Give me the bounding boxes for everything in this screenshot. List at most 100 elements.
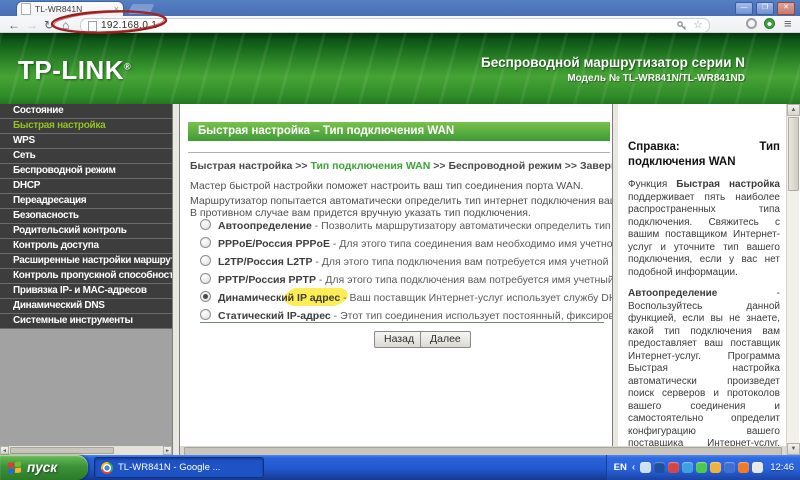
tab-close-icon[interactable]: × (114, 4, 119, 14)
option-description: - Для этого типа подключения вам потребу… (318, 274, 612, 286)
radio-button-6[interactable] (200, 309, 211, 320)
option-label: Статический IP-адрес (218, 310, 331, 322)
option-row-1: Автоопределение - Позволить маршрутизато… (180, 216, 612, 234)
router-series-title: Беспроводной маршрутизатор серии N (481, 55, 745, 70)
sidebar-item-2[interactable]: Быстрая настройка (0, 119, 172, 134)
start-label: пуск (27, 460, 58, 475)
page-header: TP-LINK® Беспроводной маршрутизатор сери… (0, 33, 800, 104)
sidebar-scrollbar[interactable]: ◄ ► (0, 446, 172, 455)
sidebar-item-3[interactable]: WPS (0, 134, 172, 149)
title-divider (188, 152, 610, 153)
scroll-up-icon[interactable]: ▲ (787, 104, 800, 116)
option-row-6: Статический IP-адрес - Этот тип соединен… (180, 306, 612, 324)
browser-tab[interactable]: TL-WR841N × (16, 1, 124, 16)
scrollbar-thumb[interactable] (788, 117, 799, 191)
page-title: Быстрая настройка – Тип подключения WAN (188, 122, 610, 141)
key-icon[interactable] (677, 20, 687, 31)
minimize-button[interactable]: — (735, 2, 753, 15)
sidebar-item-1[interactable]: Состояние (0, 104, 172, 119)
home-icon[interactable]: ⌂ (62, 17, 69, 33)
option-label: Динамический IP адрес (218, 292, 341, 304)
sidebar-item-4[interactable]: Сеть (0, 149, 172, 164)
scroll-down-icon[interactable]: ▼ (787, 443, 800, 455)
sidebar-item-10[interactable]: Контроль доступа (0, 239, 172, 254)
option-label: PPTP/Россия PPTP (218, 274, 316, 286)
tray-icon-6[interactable] (710, 462, 722, 473)
help-paragraph-1: Функция Быстрая настройка поддерживает п… (628, 179, 780, 279)
sidebar-item-13[interactable]: Привязка IP- и MAC-адресов (0, 284, 172, 299)
extension-icon-1[interactable] (746, 18, 757, 29)
windows-logo-icon (8, 461, 21, 474)
scroll-right-icon[interactable]: ► (163, 446, 172, 455)
option-description: - Позволить маршрутизатору автоматически… (314, 220, 612, 232)
sidebar-item-5[interactable]: Беспроводной режим (0, 164, 172, 179)
radio-button-1[interactable] (200, 219, 211, 230)
sidebar-item-6[interactable]: DHCP (0, 179, 172, 194)
tray-icon-5[interactable] (696, 462, 708, 473)
bookmark-star-icon[interactable]: ☆ (693, 20, 703, 31)
radio-button-2[interactable] (200, 237, 211, 248)
task-button-label: TL-WR841N - Google ... (118, 462, 221, 473)
language-indicator[interactable]: EN (614, 462, 627, 473)
reload-icon[interactable]: ↻ (44, 17, 54, 33)
option-row-5: Динамический IP адрес - Ваш поставщик Ин… (180, 288, 612, 306)
tray-icon-9[interactable] (752, 462, 764, 473)
chrome-icon (101, 461, 113, 474)
maximize-button[interactable]: ❐ (756, 2, 774, 15)
intro-line-2: Маршрутизатор попытается автоматически о… (190, 195, 612, 207)
help-text: - Воспользуйтесь данной функцией, если в… (628, 288, 780, 446)
back-button[interactable]: Назад (374, 331, 425, 348)
registered-mark: ® (124, 61, 132, 72)
close-button[interactable]: ✕ (777, 2, 795, 15)
help-term: Быстрая настройка (676, 179, 780, 190)
tray-icon-2[interactable] (654, 462, 666, 473)
taskbar: пуск TL-WR841N - Google ... EN ‹ 12:46 (0, 455, 800, 480)
taskbar-clock: 12:46 (770, 462, 794, 473)
sidebar-item-14[interactable]: Динамический DNS (0, 299, 172, 314)
tab-title: TL-WR841N (35, 4, 83, 14)
tray-icon-4[interactable] (682, 462, 694, 473)
main-content: Быстрая настройка – Тип подключения WAN … (180, 104, 612, 446)
radio-button-4[interactable] (200, 273, 211, 284)
tray-icon-7[interactable] (724, 462, 736, 473)
sidebar-item-12[interactable]: Контроль пропускной способности (0, 269, 172, 284)
task-button[interactable]: TL-WR841N - Google ... (94, 457, 264, 478)
help-paragraph-2: Автоопределение - Воспользуйтесь данной … (628, 288, 780, 446)
frame-divider-left (172, 104, 180, 455)
scrollbar-thumb[interactable] (10, 447, 114, 454)
back-icon[interactable]: ← (8, 17, 20, 33)
help-title: Справка: Тип подключения WAN (628, 141, 780, 168)
address-bar[interactable]: 192.168.0.1 ☆ (80, 18, 710, 33)
help-scrollbar[interactable]: ▲ ▼ (786, 104, 800, 455)
forward-icon[interactable]: → (26, 17, 38, 33)
tray-icon-8[interactable] (738, 462, 750, 473)
browser-menu-icon[interactable]: ≡ (784, 16, 792, 31)
new-tab-button[interactable] (127, 4, 155, 14)
main-scrollbar[interactable] (180, 446, 786, 456)
buttons-divider (200, 322, 604, 323)
help-text: поддерживает пять наиболее распространен… (628, 191, 780, 278)
extension-icon-2[interactable] (764, 18, 775, 29)
radio-button-3[interactable] (200, 255, 211, 266)
scroll-left-icon[interactable]: ◄ (0, 446, 9, 455)
sidebar-item-11[interactable]: Расширенные настройки маршрутизации (0, 254, 172, 269)
sidebar-item-15[interactable]: Системные инструменты (0, 314, 172, 329)
sidebar-item-8[interactable]: Безопасность (0, 209, 172, 224)
tray-icon-3[interactable] (668, 462, 680, 473)
start-button[interactable]: пуск (0, 455, 88, 480)
breadcrumb-post: >> Беспроводной режим >> Завершить (433, 160, 612, 172)
option-description: - Для этого типа соединения вам необходи… (332, 238, 612, 250)
hide-icons-chevron[interactable]: ‹ (632, 462, 635, 473)
tplink-logo: TP-LINK® (18, 55, 132, 85)
option-label: Автоопределение (218, 220, 312, 232)
radio-button-5[interactable] (200, 291, 211, 302)
tray-icon-1[interactable] (640, 462, 652, 473)
url-text: 192.168.0.1 (101, 20, 158, 31)
option-row-4: PPTP/Россия PPTP - Для этого типа подклю… (180, 270, 612, 288)
sidebar-item-9[interactable]: Родительский контроль (0, 224, 172, 239)
wan-type-options: Автоопределение - Позволить маршрутизато… (180, 216, 612, 324)
browser-tab-bar: TL-WR841N × — ❐ ✕ (0, 0, 800, 16)
next-button[interactable]: Далее (420, 331, 471, 348)
sidebar-item-7[interactable]: Переадресация (0, 194, 172, 209)
option-row-3: L2TP/Россия L2TP - Для этого типа подклю… (180, 252, 612, 270)
